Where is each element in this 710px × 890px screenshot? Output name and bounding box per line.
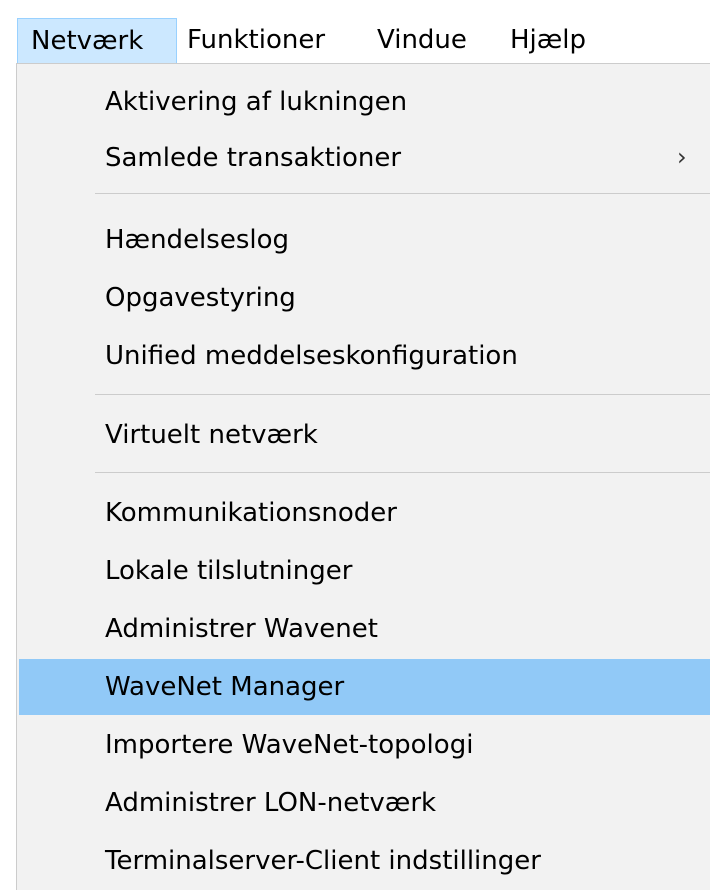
menu-item-label: Opgavestyring: [105, 283, 296, 313]
chevron-right-icon: ›: [677, 143, 687, 171]
menu-item-label: Hændelseslog: [105, 225, 290, 255]
menu-item-virtuelt-netvaerk[interactable]: Virtuelt netværk: [19, 407, 710, 463]
menu-separator: [95, 193, 710, 194]
menu-item-label: Unified meddelseskonfiguration: [105, 341, 518, 371]
menu-item-kommunikationsnoder[interactable]: Kommunikationsnoder: [19, 485, 710, 541]
menu-funktioner[interactable]: Funktioner: [177, 18, 335, 64]
menu-item-opgavestyring[interactable]: Opgavestyring: [19, 270, 710, 326]
menu-item-lokale-tilslutninger[interactable]: Lokale tilslutninger: [19, 543, 710, 599]
menu-item-label: Aktivering af lukningen: [105, 87, 408, 117]
menu-item-terminalserver-client-indstillinger[interactable]: Terminalserver-Client indstillinger: [19, 833, 710, 889]
menu-item-administrer-wavenet[interactable]: Administrer Wavenet: [19, 601, 710, 657]
menu-item-label: Kommunikationsnoder: [105, 498, 397, 528]
menu-item-label: Virtuelt netværk: [105, 420, 318, 450]
menu-separator: [95, 394, 710, 395]
menu-item-haendelseslog[interactable]: Hændelseslog: [19, 212, 710, 268]
menu-bar: Netværk Funktioner Vindue Hjælp: [0, 0, 710, 68]
menu-item-samlede-transaktioner[interactable]: Samlede transaktioner ›: [19, 130, 710, 186]
netvaerk-dropdown-menu: Aktivering af lukningen Samlede transakt…: [16, 63, 710, 890]
menu-item-label: Administrer LON-netværk: [105, 788, 437, 818]
menu-item-label: Lokale tilslutninger: [105, 556, 353, 586]
menu-item-aktivering-af-lukningen[interactable]: Aktivering af lukningen: [19, 74, 710, 130]
menu-netvaerk[interactable]: Netværk: [17, 18, 177, 64]
menu-item-importere-wavenet-topologi[interactable]: Importere WaveNet-topologi: [19, 717, 710, 773]
menu-item-administrer-lon-netvaerk[interactable]: Administrer LON-netværk: [19, 775, 710, 831]
menu-separator: [95, 472, 710, 473]
menu-item-label: Samlede transaktioner: [105, 143, 402, 173]
menu-item-unified-meddelseskonfiguration[interactable]: Unified meddelseskonfiguration: [19, 328, 710, 384]
menu-hjaelp[interactable]: Hjælp: [500, 18, 596, 64]
menu-item-label: Importere WaveNet-topologi: [105, 730, 474, 760]
menu-item-label: Administrer Wavenet: [105, 614, 378, 644]
menu-item-label: WaveNet Manager: [105, 672, 345, 702]
menu-item-label: Terminalserver-Client indstillinger: [105, 846, 541, 876]
menu-vindue[interactable]: Vindue: [367, 18, 477, 64]
menu-item-wavenet-manager[interactable]: WaveNet Manager: [19, 659, 710, 715]
